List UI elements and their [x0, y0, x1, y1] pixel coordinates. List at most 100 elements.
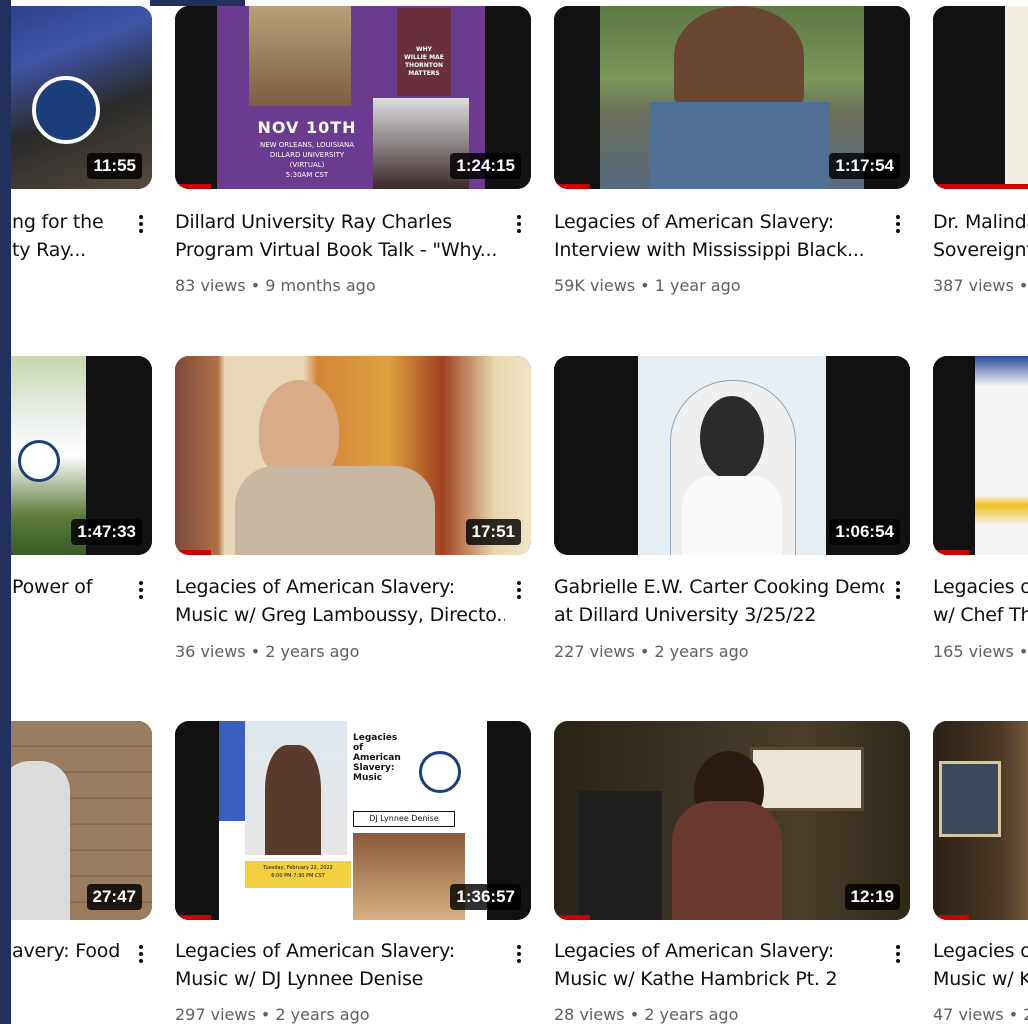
watch-progress-bar: [175, 550, 211, 555]
title-line: Music w/ K: [933, 968, 1028, 990]
watch-progress-bar: [175, 184, 211, 189]
watch-progress-bar: [933, 184, 1028, 189]
more-options-icon[interactable]: [891, 578, 905, 604]
video-duration: 17:51: [465, 519, 521, 545]
watch-progress-bar: [933, 915, 969, 920]
watch-progress-bar: [933, 550, 969, 555]
speaker-dress: [672, 801, 782, 920]
thumbnail-flyer: [975, 356, 1028, 555]
video-thumbnail[interactable]: Legacies of American Slavery: Music DJ Lynne…: [175, 721, 531, 920]
video-duration: 1:17:54: [829, 153, 900, 179]
video-title-link[interactable]: Legacies of American Slavery: Music w/ D…: [175, 937, 505, 993]
video-title-link[interactable]: Legacies of American Slavery: Music w/ G…: [175, 573, 505, 629]
video-duration: 27:47: [86, 884, 142, 910]
portrait-shirt: [682, 476, 782, 555]
video-duration: 11:55: [87, 153, 142, 179]
title-line: Legacies of American Slavery:: [554, 940, 834, 962]
video-metadata: 297 views • 2 years ago: [175, 1005, 370, 1024]
video-thumbnail[interactable]: 27:47: [0, 721, 152, 920]
video-thumbnail[interactable]: [933, 356, 1028, 555]
video-title-link[interactable]: Legacies of American Slavery: Music w/ K…: [554, 937, 884, 993]
watch-progress-bar: [554, 184, 590, 189]
video-metadata: 165 views • 2: [933, 642, 1028, 661]
more-options-icon[interactable]: [134, 212, 148, 238]
video-title-link[interactable]: avery: Food: [12, 937, 132, 965]
title-line: Gabrielle E.W. Carter Cooking Demo: [554, 576, 884, 598]
title-line: Music w/ Kathe Hambrick Pt. 2: [554, 968, 838, 990]
video-thumbnail[interactable]: 17:51: [175, 356, 531, 555]
title-line: Music w/ Greg Lamboussy, Directo...: [175, 604, 505, 626]
event-details-text: NEW ORLEANS, LOUISIANA DILLARD UNIVERSITY…: [259, 141, 355, 179]
video-title-link[interactable]: ng for the ty Ray...: [12, 208, 132, 264]
title-line: Dillard University Ray Charles: [175, 211, 452, 233]
thumbnail-flyer: [1005, 6, 1028, 189]
more-options-icon[interactable]: [134, 578, 148, 604]
more-options-icon[interactable]: [891, 212, 905, 238]
video-metadata: 83 views • 9 months ago: [175, 276, 376, 295]
book-title-text: WHY WILLIE MAE THORNTON MATTERS: [404, 46, 444, 77]
title-line: Legacies of American Slavery:: [175, 940, 455, 962]
video-title-link[interactable]: Gabrielle E.W. Carter Cooking Demo at Di…: [554, 573, 884, 629]
video-thumbnail[interactable]: [933, 721, 1028, 920]
more-options-icon[interactable]: [512, 578, 526, 604]
video-metadata: 47 views • 2: [933, 1005, 1028, 1024]
skillet-logo-icon: [32, 76, 100, 144]
dj-figure: [265, 745, 321, 855]
video-duration: 1:36:57: [450, 884, 521, 910]
video-metadata: 227 views • 2 years ago: [554, 642, 749, 661]
skillet-logo-icon: [18, 440, 60, 482]
video-duration: 1:24:15: [450, 153, 521, 179]
event-date-text: NOV 10TH: [257, 118, 357, 137]
interviewee-overalls: [650, 102, 830, 189]
title-line: at Dillard University 3/25/22: [554, 604, 817, 626]
video-metadata: 36 views • 2 years ago: [175, 642, 360, 661]
video-title-link[interactable]: Dillard University Ray Charles Program V…: [175, 208, 505, 264]
flyer-accent: [219, 721, 245, 821]
more-options-icon[interactable]: [512, 212, 526, 238]
video-thumbnail[interactable]: 12:19: [554, 721, 910, 920]
title-line: ty Ray...: [12, 239, 87, 261]
musician-photo: [353, 833, 465, 920]
title-line: Legacies o: [933, 940, 1028, 962]
framed-picture: [939, 761, 1001, 837]
video-title-link[interactable]: Legacies o Music w/ K: [933, 937, 1028, 993]
video-metadata: 387 views • 1: [933, 276, 1028, 295]
video-duration: 1:06:54: [829, 519, 900, 545]
speaker-figure: [259, 380, 339, 480]
video-thumbnail[interactable]: 11:55: [0, 6, 152, 189]
video-title-link[interactable]: Dr. Malinda Sovereignt: [933, 208, 1028, 264]
interviewee-figure: [674, 6, 804, 106]
title-line: Legacies of American Slavery:: [175, 576, 455, 598]
video-thumbnail[interactable]: 1:17:54: [554, 6, 910, 189]
video-thumbnail[interactable]: 1:06:54: [554, 356, 910, 555]
speaker-shirt: [235, 466, 435, 555]
video-thumbnail[interactable]: [933, 6, 1028, 189]
watch-progress-bar: [175, 915, 211, 920]
title-line: Legacies of American Slavery:: [554, 211, 834, 233]
title-line: Dr. Malinda: [933, 211, 1028, 233]
display-case: [578, 791, 662, 920]
portrait-figure: [700, 396, 764, 480]
title-line: Legacies o: [933, 576, 1028, 598]
video-thumbnail[interactable]: WHY WILLIE MAE THORNTON MATTERS NOV 10TH NE…: [175, 6, 531, 189]
screen-frame-top: [150, 0, 245, 6]
title-line: w/ Chef Th: [933, 604, 1028, 626]
flyer-date-box: Tuesday, February 22, 2022 6:00 PM-7:30 P…: [245, 861, 351, 888]
video-duration: 1:47:33: [71, 519, 142, 545]
watch-progress-bar: [554, 915, 590, 920]
video-title-link[interactable]: Legacies o w/ Chef Th: [933, 573, 1028, 629]
video-title-link[interactable]: Legacies of American Slavery: Interview …: [554, 208, 884, 264]
flyer-name-box: DJ Lynnee Denise: [353, 811, 455, 827]
more-options-icon[interactable]: [891, 942, 905, 968]
framed-picture: [750, 747, 864, 811]
video-metadata: 28 views • 2 years ago: [554, 1005, 739, 1024]
title-line: Interview with Mississippi Black...: [554, 239, 865, 261]
video-thumbnail[interactable]: 1:47:33: [0, 356, 152, 555]
video-title-link[interactable]: Power of: [12, 573, 132, 601]
title-line: avery: Food: [12, 940, 121, 962]
screen-frame-left: [0, 0, 11, 1024]
video-duration: 12:19: [844, 884, 900, 910]
more-options-icon[interactable]: [134, 942, 148, 968]
title-line: Power of: [12, 576, 93, 598]
more-options-icon[interactable]: [512, 942, 526, 968]
